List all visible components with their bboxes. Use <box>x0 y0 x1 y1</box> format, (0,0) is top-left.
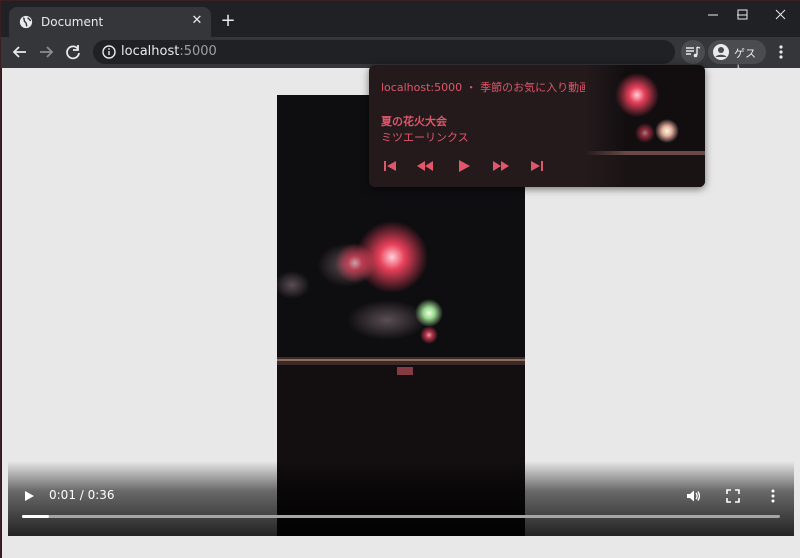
video-progress-bar[interactable] <box>22 515 780 518</box>
media-controls-popup: localhost:5000 ・ 季節のお気に入り動画 夏の花火大会 ミツエーリ… <box>369 65 705 187</box>
media-controls-button[interactable] <box>681 40 705 64</box>
seek-forward-icon[interactable] <box>492 157 510 175</box>
reload-icon[interactable] <box>62 41 84 63</box>
globe-icon <box>19 15 33 29</box>
playlist-music-icon <box>686 46 701 58</box>
account-circle-icon <box>713 44 729 60</box>
browser-window: Document ✕ + localhost:5000 ゲス 0:01 / 0:… <box>0 0 800 558</box>
artwork-image <box>585 65 705 187</box>
seek-backward-icon[interactable] <box>416 157 434 175</box>
forward-arrow-icon[interactable] <box>35 41 57 63</box>
browser-toolbar: localhost:5000 ゲスト <box>1 37 800 76</box>
video-progress-fill <box>22 515 49 518</box>
previous-track-icon[interactable] <box>381 157 399 175</box>
media-source: localhost:5000 ・ 季節のお気に入り動画 <box>381 81 591 94</box>
back-arrow-icon[interactable] <box>9 41 31 63</box>
new-tab-button[interactable]: + <box>219 12 237 30</box>
fullscreen-icon[interactable] <box>726 489 740 503</box>
play-icon[interactable] <box>22 489 36 503</box>
window-close-icon[interactable] <box>766 5 796 25</box>
video-more-icon[interactable] <box>768 488 778 504</box>
media-title: 夏の花火大会 <box>381 115 447 128</box>
video-time-display: 0:01 / 0:36 <box>49 488 115 502</box>
video-controls-overlay <box>8 461 794 536</box>
url-text: localhost:5000 <box>121 44 217 59</box>
window-minimize-icon[interactable] <box>698 5 728 25</box>
media-artist: ミツエーリンクス <box>381 131 469 144</box>
more-vert-icon[interactable] <box>773 41 789 63</box>
tab-document[interactable]: Document ✕ <box>9 7 211 37</box>
tab-close-icon[interactable]: ✕ <box>189 13 205 29</box>
profile-button[interactable]: ゲスト <box>708 40 766 76</box>
info-icon[interactable] <box>101 44 117 60</box>
title-bar: Document ✕ + <box>1 1 800 37</box>
play-icon[interactable] <box>455 157 473 175</box>
next-track-icon[interactable] <box>528 157 546 175</box>
address-bar[interactable]: localhost:5000 <box>93 40 675 64</box>
tab-title: Document <box>41 15 104 29</box>
media-artwork <box>585 65 705 187</box>
volume-icon[interactable] <box>685 488 701 504</box>
window-maximize-icon[interactable] <box>728 5 758 25</box>
